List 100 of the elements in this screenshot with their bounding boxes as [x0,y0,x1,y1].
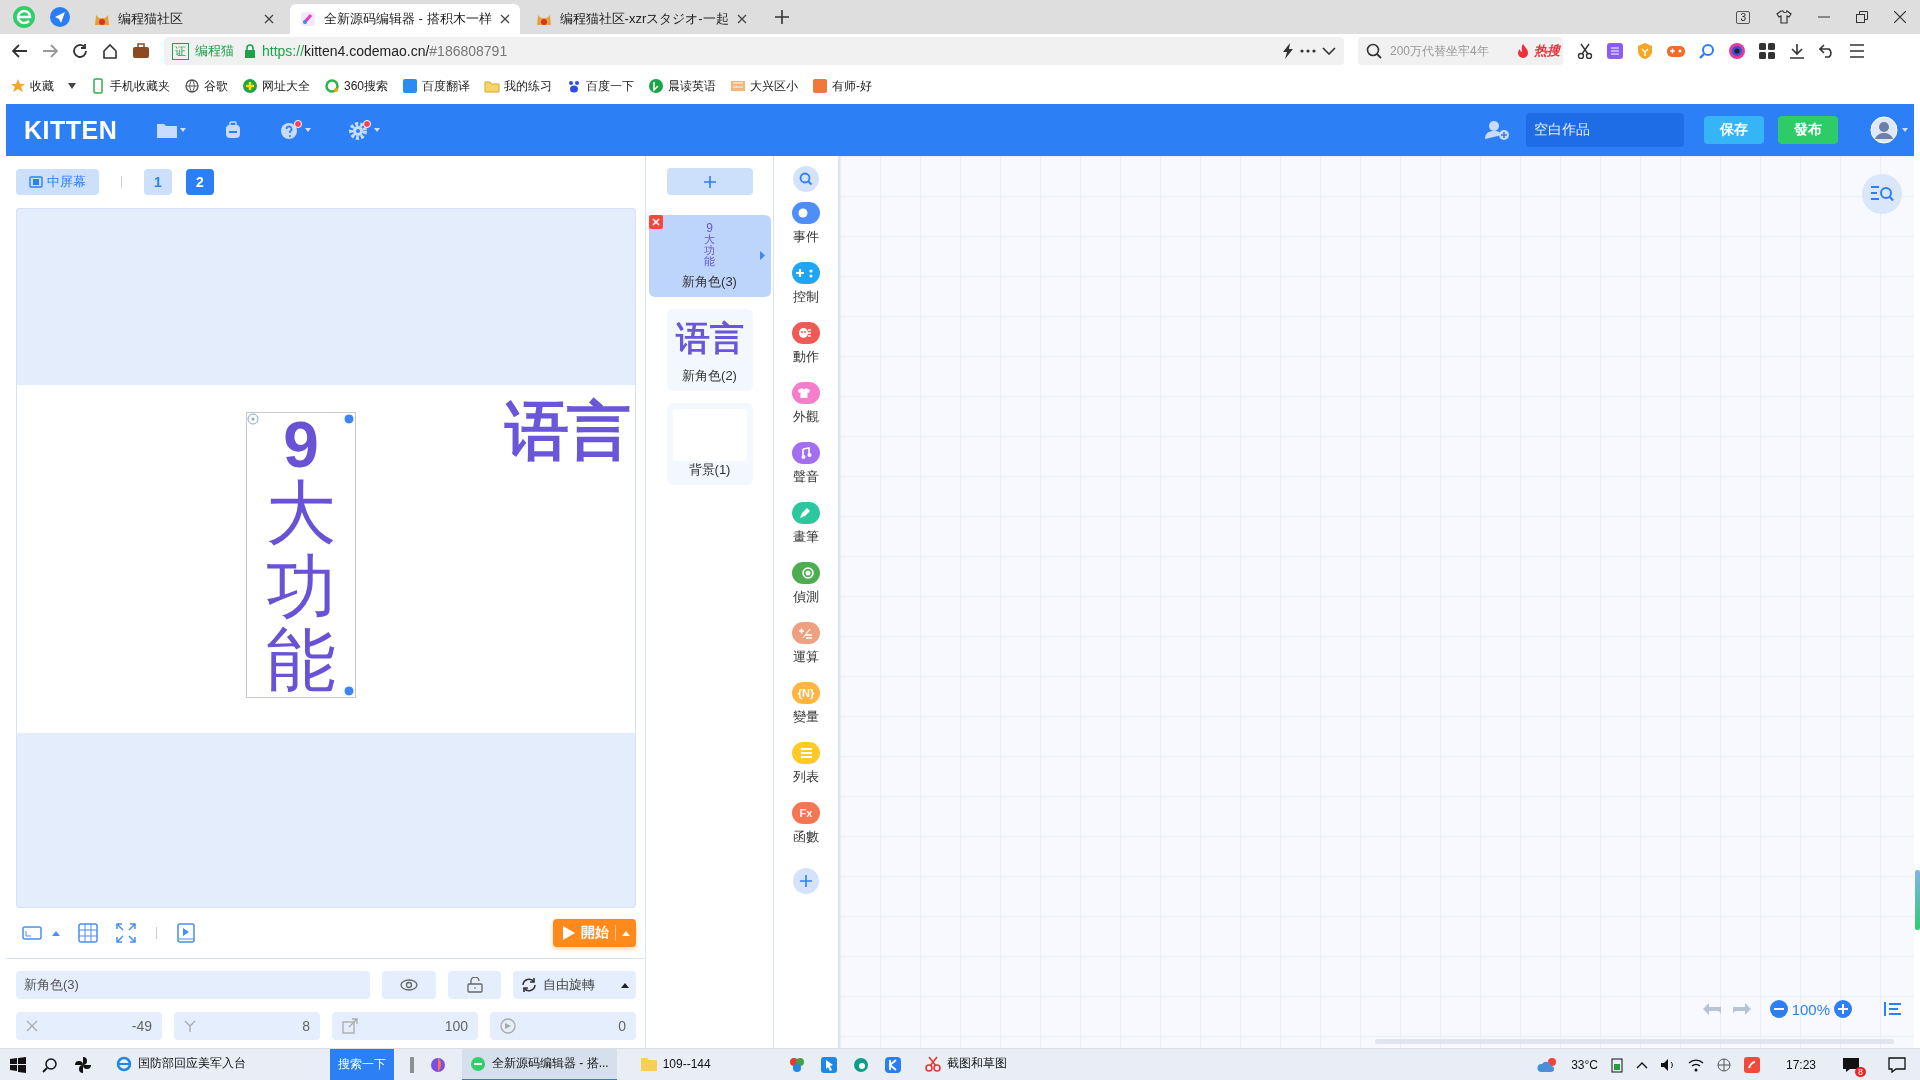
bookmark-link[interactable]: 360搜索 [324,77,389,95]
x-field[interactable]: -49 [16,1012,162,1040]
add-user-icon[interactable] [1484,120,1510,140]
caret-up-icon[interactable] [52,930,60,936]
back-icon[interactable] [12,43,28,59]
bookmark-link[interactable]: 晨读英语 [648,77,717,95]
taskbar-button[interactable]: 109--144 [632,1048,773,1080]
visibility-button[interactable] [382,971,436,999]
resize-handle-icon[interactable] [343,413,355,425]
lightning-icon[interactable] [1282,43,1294,59]
caret-right-icon[interactable] [759,251,765,260]
address-field[interactable]: 证 编程猫 https://kitten4.codemao.cn/#186808791 [164,37,1344,65]
category-button[interactable]: 動作 [792,322,820,382]
settings-icon[interactable] [349,120,372,140]
y-field[interactable]: 8 [174,1012,320,1040]
close-tab-icon[interactable] [499,14,510,24]
category-button[interactable]: Fx 函數 [792,802,820,862]
gamepad-icon[interactable] [1667,44,1685,58]
bookmark-link[interactable]: 有师-好 [812,77,873,95]
shirt-icon[interactable] [1776,10,1792,24]
bookmark-link[interactable]: 手机收藏夹 [90,77,170,95]
zoom-in-icon[interactable] [1834,1000,1852,1018]
notification-icon[interactable] [1842,1056,1860,1073]
app-tray-icon[interactable] [1743,1056,1760,1073]
separator-icon[interactable] [410,1056,414,1073]
grid-icon[interactable] [78,923,98,943]
search-icon[interactable] [42,1056,58,1073]
resize-handle-icon[interactable] [343,685,355,697]
category-button[interactable]: 聲音 [792,442,820,502]
bookmark-link[interactable]: 大兴区小 [730,77,799,95]
search-field[interactable]: 200万代替坐牢4年 热搜 [1358,37,1563,65]
vertical-scrollbar[interactable] [1915,870,1920,930]
reload-icon[interactable] [72,43,88,59]
sprite-card[interactable]: 语言 新角色(2) [666,309,753,391]
browser-tab[interactable]: 编程猫社区-xzrスタジオ-一起 [525,4,757,34]
k-app-icon[interactable] [884,1056,901,1073]
title-field[interactable]: 空白作品 [1526,113,1684,147]
add-extension-button[interactable] [793,868,819,894]
bookmark-link[interactable]: 谷歌 [184,77,228,95]
new-tab-icon[interactable] [774,10,789,24]
wifi-icon[interactable] [1687,1057,1704,1072]
network-icon[interactable] [1715,1056,1732,1073]
lock-button[interactable] [448,971,501,999]
close-tab-icon[interactable] [264,14,274,24]
shield-icon[interactable] [1637,43,1653,59]
category-button[interactable]: 事件 [792,202,820,262]
color-wheel-icon[interactable] [788,1056,805,1073]
delete-icon[interactable] [648,215,663,229]
camera-lens-icon[interactable] [1729,43,1745,59]
align-icon[interactable] [1884,1001,1902,1017]
chevron-down-icon[interactable] [1322,47,1336,55]
sprite-card[interactable]: 9 大功能 新角色(3) [648,215,771,297]
rotation-mode-button[interactable]: 自由旋轉 [513,971,636,999]
windows-logo-icon[interactable] [10,1056,26,1073]
apps-grid-icon[interactable] [1759,43,1775,59]
sprite-card[interactable]: 背景(1) [666,403,753,485]
pinwheel-icon[interactable] [74,1055,92,1074]
category-button[interactable]: 偵測 [792,562,820,622]
category-button[interactable]: 外觀 [792,382,820,442]
browser-tab[interactable]: 全新源码编辑器 - 搭积木一样 [290,4,520,34]
category-button[interactable]: {N} 變量 [792,682,820,742]
taskbar-button[interactable]: 国防部回应美军入台 [108,1048,254,1080]
more-icon[interactable] [1300,49,1316,53]
fullscreen-icon[interactable] [116,923,136,943]
play-screen-icon[interactable] [177,923,195,943]
search-button[interactable] [793,166,819,192]
taskbar-button[interactable]: 全新源码编辑器 - 搭... [462,1048,617,1080]
taskbar-button[interactable]: 截图和草图 [916,1048,1057,1080]
close-icon[interactable] [1894,11,1906,23]
folder-icon[interactable] [157,122,178,138]
speaker-icon[interactable] [1659,1057,1676,1072]
cursor-app-icon[interactable] [820,1056,837,1073]
rotate-handle-icon[interactable] [247,413,259,425]
menu-icon[interactable] [1849,44,1865,58]
magnifier-icon[interactable] [1699,43,1715,59]
close-tab-icon[interactable] [736,14,747,24]
sprite-name-field[interactable]: 新角色(3) [16,971,370,999]
forward-icon[interactable] [42,43,58,59]
bookmark-link[interactable]: 百度一下 [566,77,635,95]
hot-search-label[interactable]: 热搜 [1534,42,1560,60]
search-button[interactable]: 搜索一下 [330,1048,394,1080]
selection-frame[interactable]: 9 大功能 [246,412,356,698]
category-button[interactable]: 控制 [792,262,820,322]
home-icon[interactable] [102,43,118,59]
tab-count[interactable]: 3 [1736,10,1750,24]
flame-ball-icon[interactable] [430,1056,446,1073]
app-logo[interactable]: KITTEN [24,115,118,145]
zoom-out-icon[interactable] [1769,1000,1788,1018]
caret-icon[interactable] [68,83,76,89]
send-icon[interactable] [50,7,70,27]
screen-ratio-icon[interactable] [22,925,42,941]
restore-icon[interactable] [1856,11,1868,23]
page-tab[interactable]: 2 [186,169,214,195]
download-icon[interactable] [1789,43,1805,59]
bookmark-link[interactable]: 网址大全 [242,77,310,95]
size-field[interactable]: 100 [332,1012,478,1040]
category-button[interactable]: 畫筆 [792,502,820,562]
scissors-icon[interactable] [1577,43,1593,59]
edge-icon[interactable] [852,1056,869,1073]
bookmark-link[interactable]: 百度翻译 [402,77,471,95]
